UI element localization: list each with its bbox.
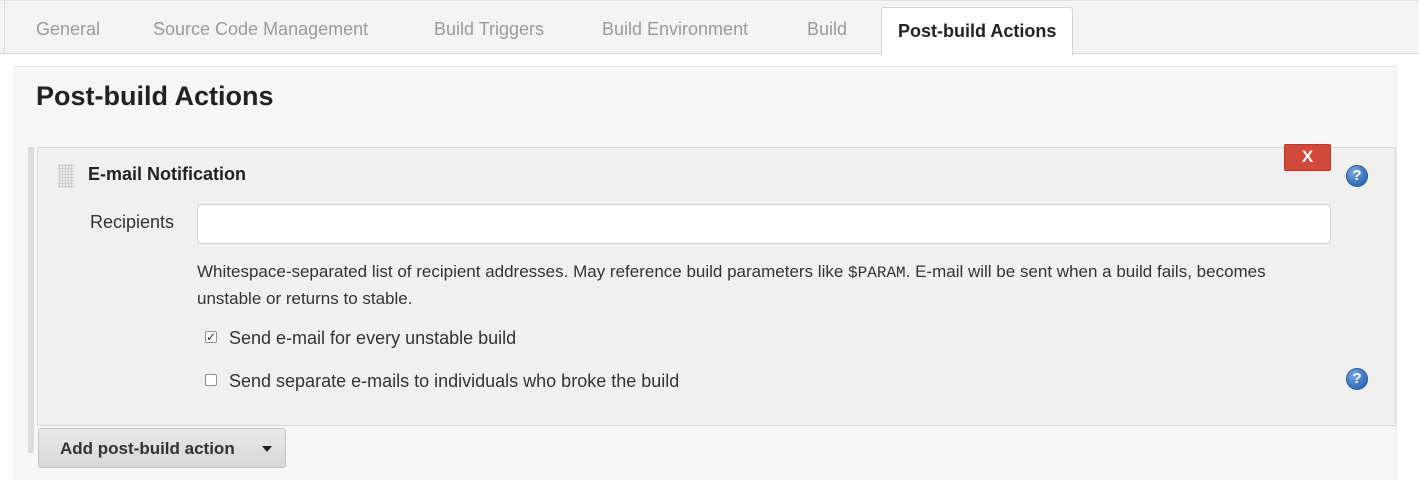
tab-build-environment[interactable]: Build Environment	[602, 1, 748, 55]
post-build-section: Post-build Actions E-mail Notification X…	[14, 66, 1397, 480]
tab-general[interactable]: General	[36, 1, 100, 55]
tab-post-build-actions[interactable]: Post-build Actions	[881, 7, 1074, 56]
delete-action-button[interactable]: X	[1284, 144, 1331, 171]
individual-emails-checkbox[interactable]	[205, 374, 217, 387]
help-icon[interactable]: ?	[1346, 165, 1368, 187]
individual-emails-option[interactable]: Send separate e-mails to individuals who…	[205, 371, 679, 392]
email-notification-panel: E-mail Notification X ? Recipients White…	[37, 144, 1396, 426]
add-action-label: Add post-build action	[60, 439, 235, 458]
chevron-down-icon	[262, 446, 272, 452]
drag-handle-icon[interactable]	[58, 164, 74, 188]
config-tab-bar: General Source Code Management Build Tri…	[0, 0, 1419, 56]
tab-build-triggers[interactable]: Build Triggers	[434, 1, 544, 55]
tab-build[interactable]: Build	[807, 1, 847, 55]
unstable-build-checkbox[interactable]: ✓	[205, 330, 217, 345]
unstable-build-label: Send e-mail for every unstable build	[229, 328, 517, 348]
panel-title: E-mail Notification	[88, 164, 247, 184]
recipients-input[interactable]	[197, 204, 1331, 244]
recipients-label: Recipients	[90, 212, 175, 232]
checkmark-icon: ✓	[206, 330, 217, 345]
individual-emails-label: Send separate e-mails to individuals who…	[229, 371, 680, 391]
help-icon[interactable]: ?	[1346, 368, 1368, 390]
configure-page: General Source Code Management Build Tri…	[0, 0, 1419, 480]
recipients-help-text: Whitespace-separated list of recipient a…	[197, 259, 1317, 311]
add-post-build-action-button[interactable]: Add post-build action	[38, 428, 286, 468]
section-left-bar	[28, 147, 34, 453]
help-text-part: Whitespace-separated list of recipient a…	[197, 262, 849, 281]
tab-source-code-management[interactable]: Source Code Management	[153, 1, 368, 55]
unstable-build-option[interactable]: ✓ Send e-mail for every unstable build	[205, 328, 516, 349]
tabbar-divider	[4, 1, 5, 55]
section-title: Post-build Actions	[36, 81, 274, 111]
param-code: $PARAM	[848, 264, 906, 282]
